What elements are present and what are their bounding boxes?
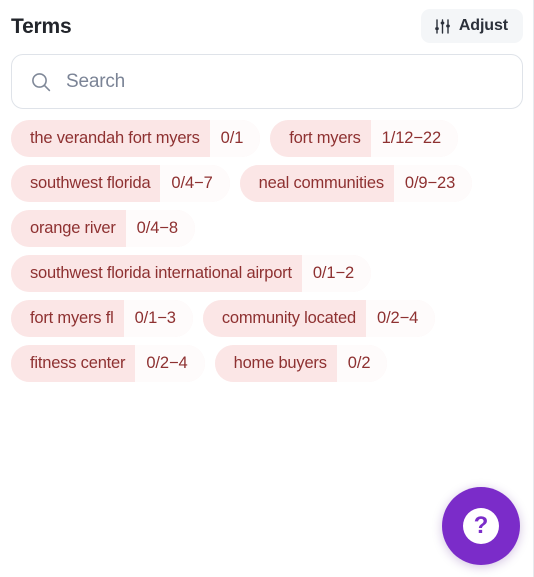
term-chip[interactable]: fort myers fl 0/1−3 xyxy=(11,300,193,337)
adjust-button-label: Adjust xyxy=(458,17,508,34)
help-button[interactable]: ? xyxy=(442,487,520,565)
term-chip[interactable]: neal communities 0/9−23 xyxy=(239,165,473,202)
term-count: 0/1 xyxy=(209,120,261,157)
terms-list: the verandah fort myers 0/1 fort myers 1… xyxy=(9,120,525,382)
search-box[interactable] xyxy=(11,54,523,109)
term-chip[interactable]: southwest florida international airport … xyxy=(11,255,372,292)
term-label: fitness center xyxy=(11,345,136,382)
term-chip[interactable]: the verandah fort myers 0/1 xyxy=(11,120,261,157)
term-chip[interactable]: orange river 0/4−8 xyxy=(11,210,195,247)
term-label: orange river xyxy=(11,210,126,247)
term-count: 0/2−4 xyxy=(366,300,436,337)
term-count: 0/4−8 xyxy=(125,210,195,247)
term-label: fort myers fl xyxy=(11,300,124,337)
term-count: 0/2 xyxy=(336,345,388,382)
term-label: fort myers xyxy=(270,120,371,157)
search-input[interactable] xyxy=(66,70,504,93)
page-title: Terms xyxy=(11,14,72,38)
term-label: southwest florida xyxy=(11,165,161,202)
search-icon xyxy=(30,71,52,93)
question-mark-icon: ? xyxy=(463,508,499,544)
term-label: neal communities xyxy=(239,165,394,202)
term-chip[interactable]: fitness center 0/2−4 xyxy=(11,345,205,382)
term-label: the verandah fort myers xyxy=(11,120,210,157)
term-label: community located xyxy=(202,300,366,337)
term-chip[interactable]: southwest florida 0/4−7 xyxy=(11,165,230,202)
panel-header: Terms Adjust xyxy=(9,0,525,52)
term-count: 0/4−7 xyxy=(160,165,230,202)
term-count: 0/9−23 xyxy=(393,165,473,202)
help-glyph: ? xyxy=(473,511,489,539)
term-count: 0/1−3 xyxy=(123,300,193,337)
term-label: home buyers xyxy=(214,345,337,382)
adjust-button[interactable]: Adjust xyxy=(420,9,523,43)
term-count: 0/1−2 xyxy=(301,255,372,292)
term-label: southwest florida international airport xyxy=(11,255,302,292)
terms-panel: Terms Adjust Search the verandah fort my… xyxy=(0,0,534,577)
term-count: 1/12−22 xyxy=(370,120,459,157)
term-chip[interactable]: community located 0/2−4 xyxy=(202,300,436,337)
term-chip[interactable]: fort myers 1/12−22 xyxy=(270,120,459,157)
term-chip[interactable]: home buyers 0/2 xyxy=(214,345,388,382)
sliders-icon xyxy=(434,18,451,35)
term-count: 0/2−4 xyxy=(135,345,205,382)
